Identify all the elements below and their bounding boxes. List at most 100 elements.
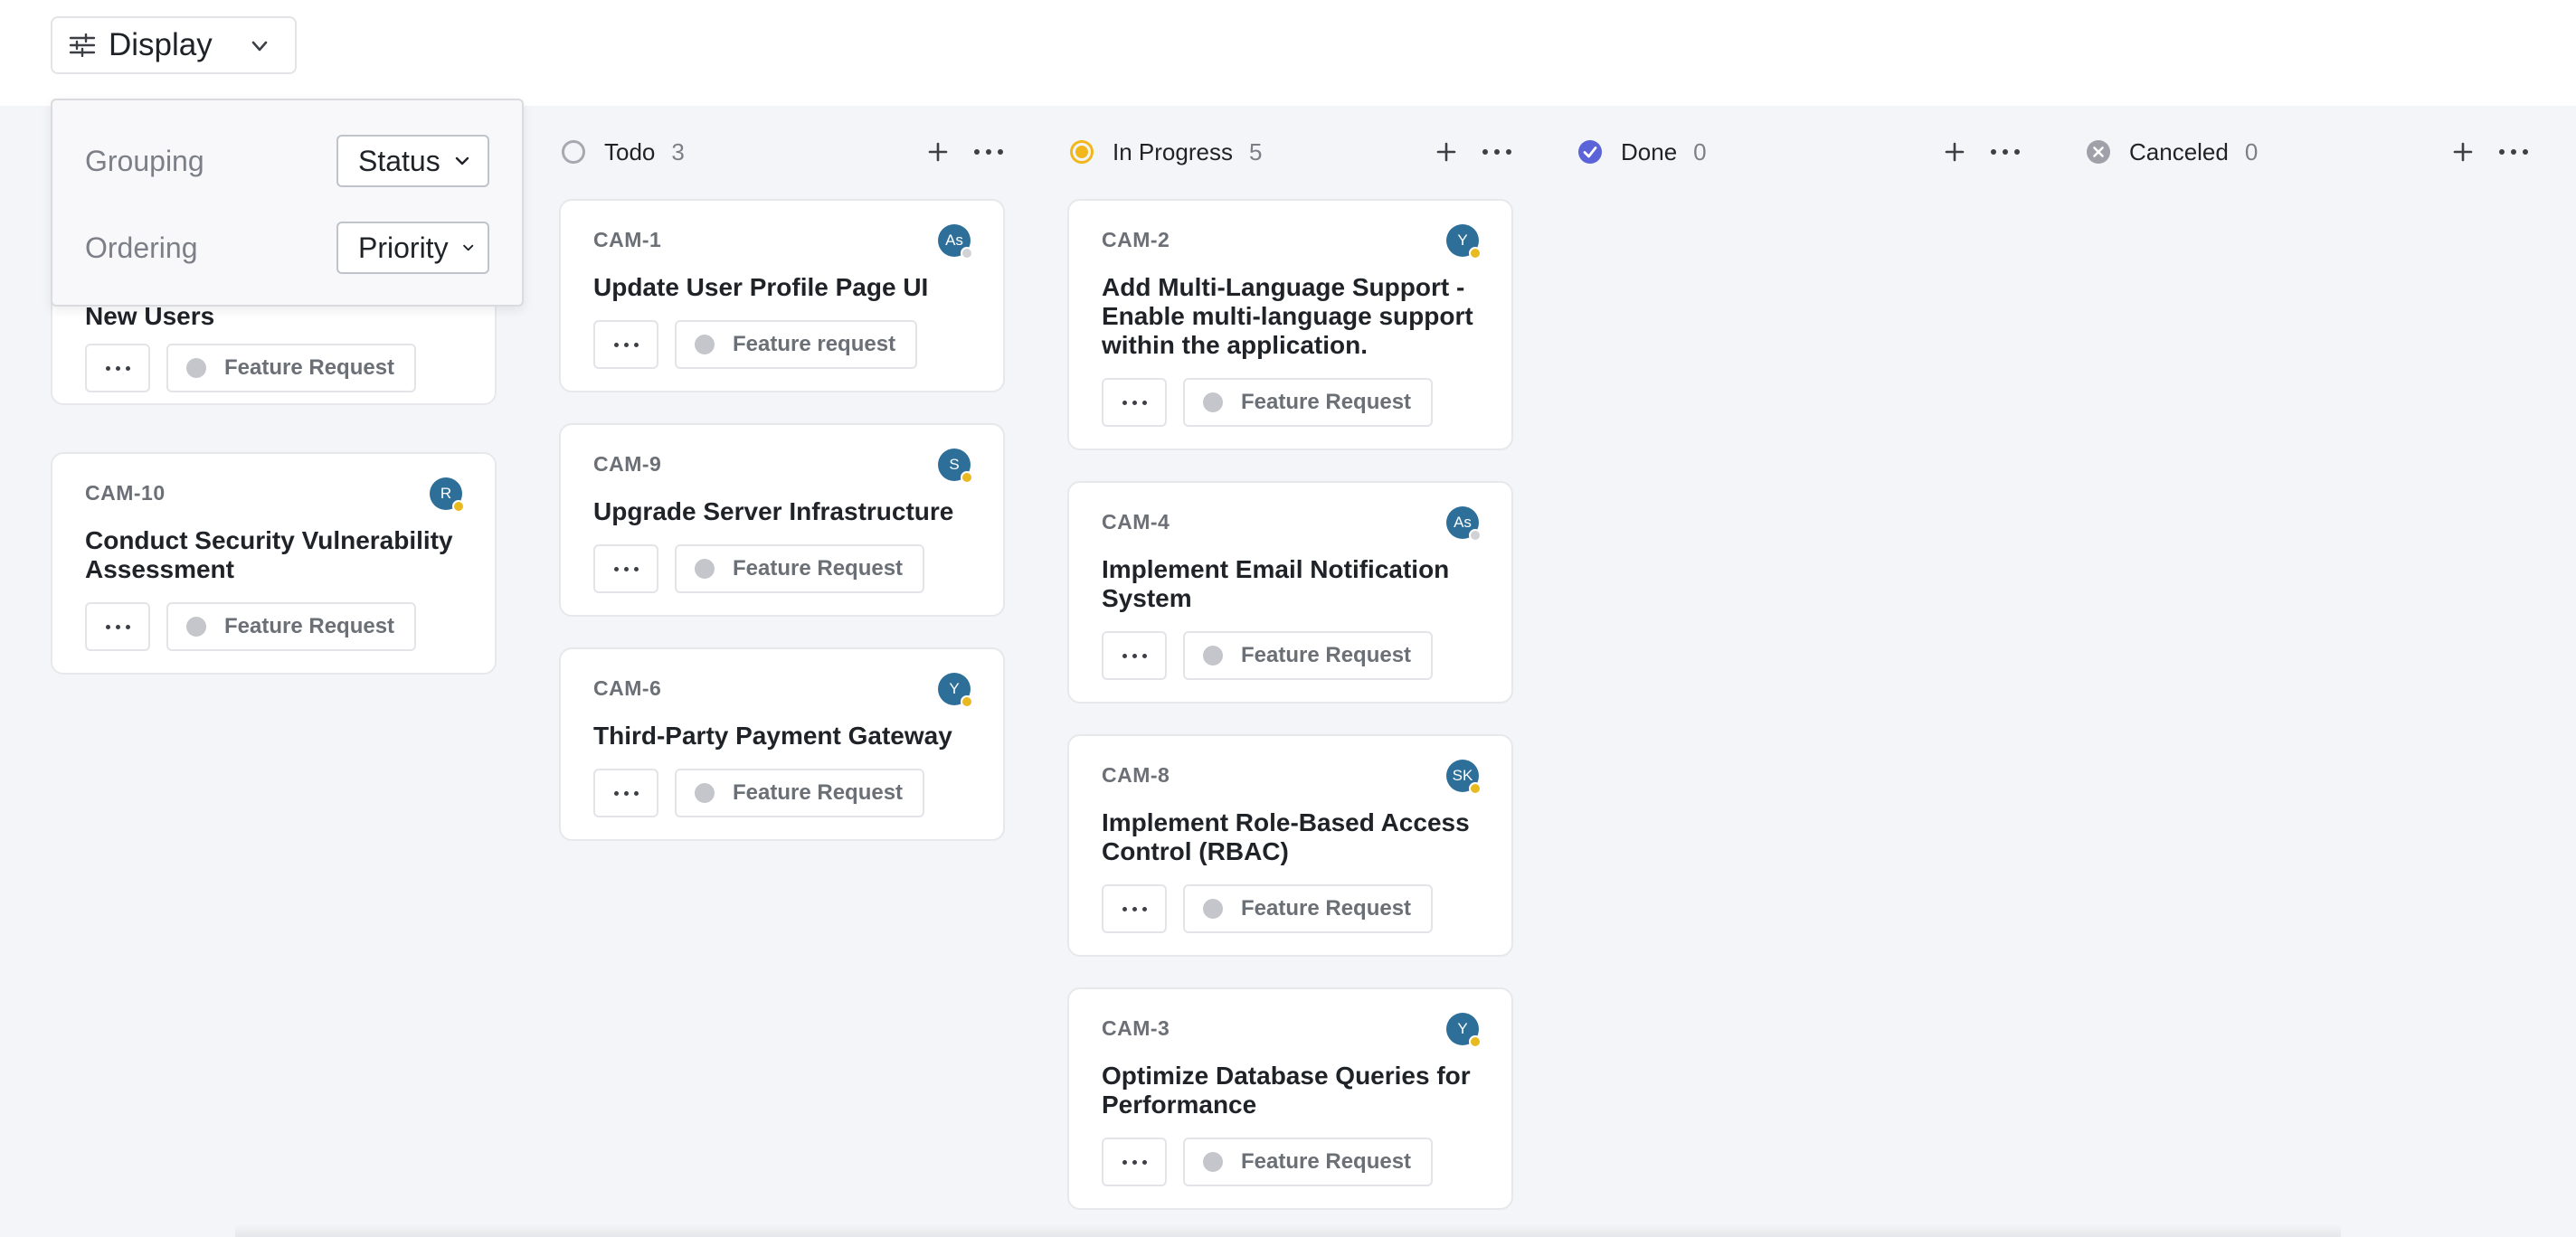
column-more-icon[interactable]	[1482, 139, 1511, 165]
add-issue-icon[interactable]	[1942, 139, 1967, 165]
add-issue-icon[interactable]	[925, 139, 951, 165]
card-actions: Feature Request	[593, 544, 925, 593]
todo-status-icon	[562, 140, 585, 164]
label-dot-icon	[695, 783, 715, 803]
issue-id: CAM-6	[593, 676, 662, 700]
presence-dot-icon	[1469, 1035, 1482, 1048]
label-tag[interactable]: Feature Request	[1183, 378, 1434, 427]
top-toolbar: Display	[0, 0, 2576, 106]
label-dot-icon	[1203, 899, 1223, 919]
label-tag[interactable]: Feature Request	[166, 602, 417, 651]
column-header: In Progress 5	[1067, 127, 1513, 177]
issue-card[interactable]: CAM-4 As Implement Email Notification Sy…	[1067, 481, 1513, 703]
issue-card[interactable]: CAM-6 Y Third-Party Payment Gateway Feat…	[559, 647, 1005, 841]
card-actions: Feature Request	[85, 344, 417, 392]
label-tag[interactable]: Feature Request	[1183, 631, 1434, 680]
column-count: 0	[1693, 137, 1707, 165]
grouping-row: Grouping Status	[85, 133, 489, 189]
avatar[interactable]: As	[938, 224, 973, 260]
issue-id: CAM-3	[1102, 1016, 1170, 1040]
column-header: Todo 3	[559, 127, 1005, 177]
label-dot-icon	[695, 335, 715, 354]
card-more-button[interactable]	[1102, 1138, 1167, 1186]
label-tag[interactable]: Feature Request	[166, 344, 417, 392]
column-count: 3	[671, 137, 685, 165]
label-tag[interactable]: Feature Request	[675, 544, 925, 593]
card-title: Upgrade Server Infrastructure	[593, 497, 954, 525]
card-title: Implement Role-Based Access Control (RBA…	[1102, 808, 1470, 865]
label-dot-icon	[695, 559, 715, 579]
column-header: Canceled 0	[2084, 127, 2530, 177]
card-more-button[interactable]	[593, 544, 658, 593]
add-issue-icon[interactable]	[2450, 139, 2476, 165]
card-actions: Feature Request	[1102, 378, 1434, 427]
ordering-select-value: Priority	[358, 231, 449, 264]
issue-id: CAM-8	[1102, 763, 1170, 787]
card-more-button[interactable]	[85, 602, 150, 651]
label-tag-text: Feature Request	[224, 355, 395, 380]
presence-dot-icon	[961, 695, 973, 708]
ordering-select[interactable]: Priority	[336, 222, 489, 274]
card-actions: Feature Request	[1102, 1138, 1434, 1186]
label-tag-text: Feature Request	[1241, 896, 1412, 921]
card-more-button[interactable]	[85, 344, 150, 392]
issue-card[interactable]: CAM-10 R Conduct Security Vulnerability …	[51, 452, 497, 675]
issue-card[interactable]: CAM-2 Y Add Multi-Language Support - Ena…	[1067, 199, 1513, 450]
avatar[interactable]: R	[430, 477, 465, 513]
card-more-button[interactable]	[1102, 884, 1167, 933]
column-more-icon[interactable]	[2499, 139, 2528, 165]
issue-id: CAM-9	[593, 452, 662, 476]
card-actions: Feature Request	[1102, 631, 1434, 680]
card-actions: Feature Request	[85, 602, 417, 651]
column-title: In Progress	[1113, 137, 1233, 165]
bottom-shadow	[235, 1224, 2341, 1237]
issue-card[interactable]: CAM-3 Y Optimize Database Queries for Pe…	[1067, 987, 1513, 1210]
card-more-button[interactable]	[1102, 378, 1167, 427]
column-more-icon[interactable]	[1991, 139, 2020, 165]
display-options-popover: Grouping Status Ordering Priority	[51, 99, 524, 307]
label-dot-icon	[1203, 1152, 1223, 1172]
presence-dot-icon	[1469, 782, 1482, 795]
in-progress-status-icon	[1070, 140, 1094, 164]
avatar[interactable]: As	[1446, 506, 1482, 542]
display-button[interactable]: Display	[51, 16, 297, 74]
issue-id: CAM-2	[1102, 228, 1170, 251]
board-column-done: Done 0	[1576, 127, 2022, 177]
column-more-icon[interactable]	[974, 139, 1003, 165]
grouping-select[interactable]: Status	[336, 135, 489, 187]
card-title: Third-Party Payment Gateway	[593, 722, 952, 750]
card-more-button[interactable]	[593, 320, 658, 369]
card-more-button[interactable]	[593, 769, 658, 817]
label-tag[interactable]: Feature Request	[1183, 884, 1434, 933]
issue-card[interactable]: CAM-9 S Upgrade Server Infrastructure Fe…	[559, 423, 1005, 617]
label-tag[interactable]: Feature Request	[675, 769, 925, 817]
presence-dot-icon	[452, 500, 465, 513]
add-issue-icon[interactable]	[1434, 139, 1459, 165]
card-title: Optimize Database Queries for Performanc…	[1102, 1062, 1471, 1119]
issue-card[interactable]: CAM-1 As Update User Profile Page UI Fea…	[559, 199, 1005, 392]
avatar[interactable]: Y	[938, 673, 973, 708]
presence-dot-icon	[1469, 247, 1482, 260]
label-tag-text: Feature Request	[1241, 643, 1412, 667]
issue-id: CAM-4	[1102, 510, 1170, 534]
grouping-label: Grouping	[85, 144, 204, 177]
avatar[interactable]: Y	[1446, 1013, 1482, 1048]
label-tag[interactable]: Feature Request	[1183, 1138, 1434, 1186]
presence-dot-icon	[961, 247, 973, 260]
chevron-down-icon	[455, 156, 469, 165]
card-actions: Feature request	[593, 320, 918, 369]
label-tag-text: Feature Request	[1241, 1149, 1412, 1174]
card-more-button[interactable]	[1102, 631, 1167, 680]
avatar[interactable]: Y	[1446, 224, 1482, 260]
card-title: Update User Profile Page UI	[593, 273, 929, 301]
card-title: Conduct Security Vulnerability Assessmen…	[85, 526, 453, 583]
avatar[interactable]: S	[938, 449, 973, 484]
label-dot-icon	[1203, 392, 1223, 412]
label-tag-text: Feature Request	[224, 614, 395, 638]
avatar[interactable]: SK	[1446, 760, 1482, 795]
column-count: 5	[1248, 137, 1263, 165]
issue-card[interactable]: CAM-8 SK Implement Role-Based Access Con…	[1067, 734, 1513, 957]
label-tag[interactable]: Feature request	[675, 320, 918, 369]
board-column-in-progress: In Progress 5 CAM-2 Y Add Multi-Language…	[1067, 127, 1513, 1210]
chevron-down-icon	[251, 41, 268, 52]
